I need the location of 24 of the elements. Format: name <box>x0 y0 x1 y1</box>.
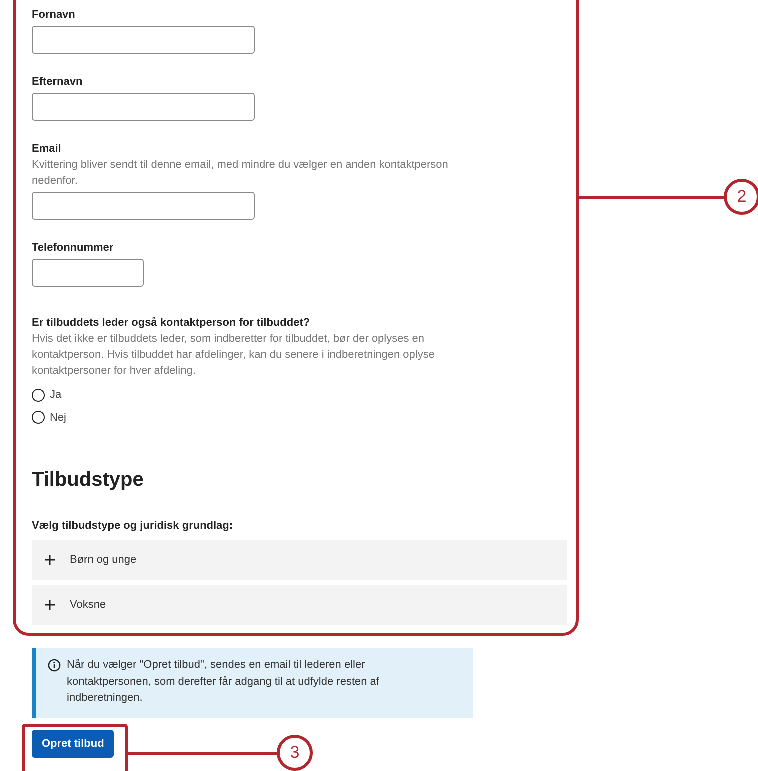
submit-button[interactable]: Opret tilbud <box>32 730 114 758</box>
question-help-text: Hvis det ikke er tilbuddets leder, som indberetter for tilbuddet, bør der oplyses en kontaktperson. Hvis tilbuddet har afdelinger, kan du senere i indberetningen oplyse kontaktpersoner for hver afdeling. <box>32 332 436 379</box>
field-help-text: Kvittering bliver sendt til denne email, med mindre du vælger en anden kontaktperson nedenfor. <box>32 158 450 189</box>
info-icon <box>48 659 61 672</box>
text-field[interactable] <box>32 93 255 121</box>
field-label: Telefonnummer <box>32 241 115 256</box>
accordion-item[interactable]: Børn og unge <box>32 540 567 580</box>
radio-option[interactable]: Ja <box>32 387 62 404</box>
text-field[interactable] <box>32 192 255 220</box>
plus-icon <box>44 554 56 566</box>
accordion-item[interactable]: Voksne <box>32 585 567 625</box>
field-label: Fornavn <box>32 8 76 23</box>
info-text: Når du vælger "Opret tilbud", sendes en email til lederen eller kontaktpersonen, som derefter får adgang til at udfylde resten af indberetningen. <box>67 658 380 706</box>
plus-icon <box>44 599 56 611</box>
callout-number: 2 <box>724 179 758 215</box>
callout-number: 3 <box>277 735 313 771</box>
field-label: Efternavn <box>32 75 84 90</box>
question-label: Er tilbuddets leder også kontaktperson for tilbuddet? <box>32 316 312 331</box>
section-heading: Tilbudstype <box>32 468 145 493</box>
field-label: Email <box>32 142 62 157</box>
text-field[interactable] <box>32 259 144 287</box>
radio-option[interactable]: Nej <box>32 410 67 426</box>
text-field[interactable] <box>32 26 255 54</box>
section-prompt: Vælg tilbudstype og juridisk grundlag: <box>32 519 234 534</box>
